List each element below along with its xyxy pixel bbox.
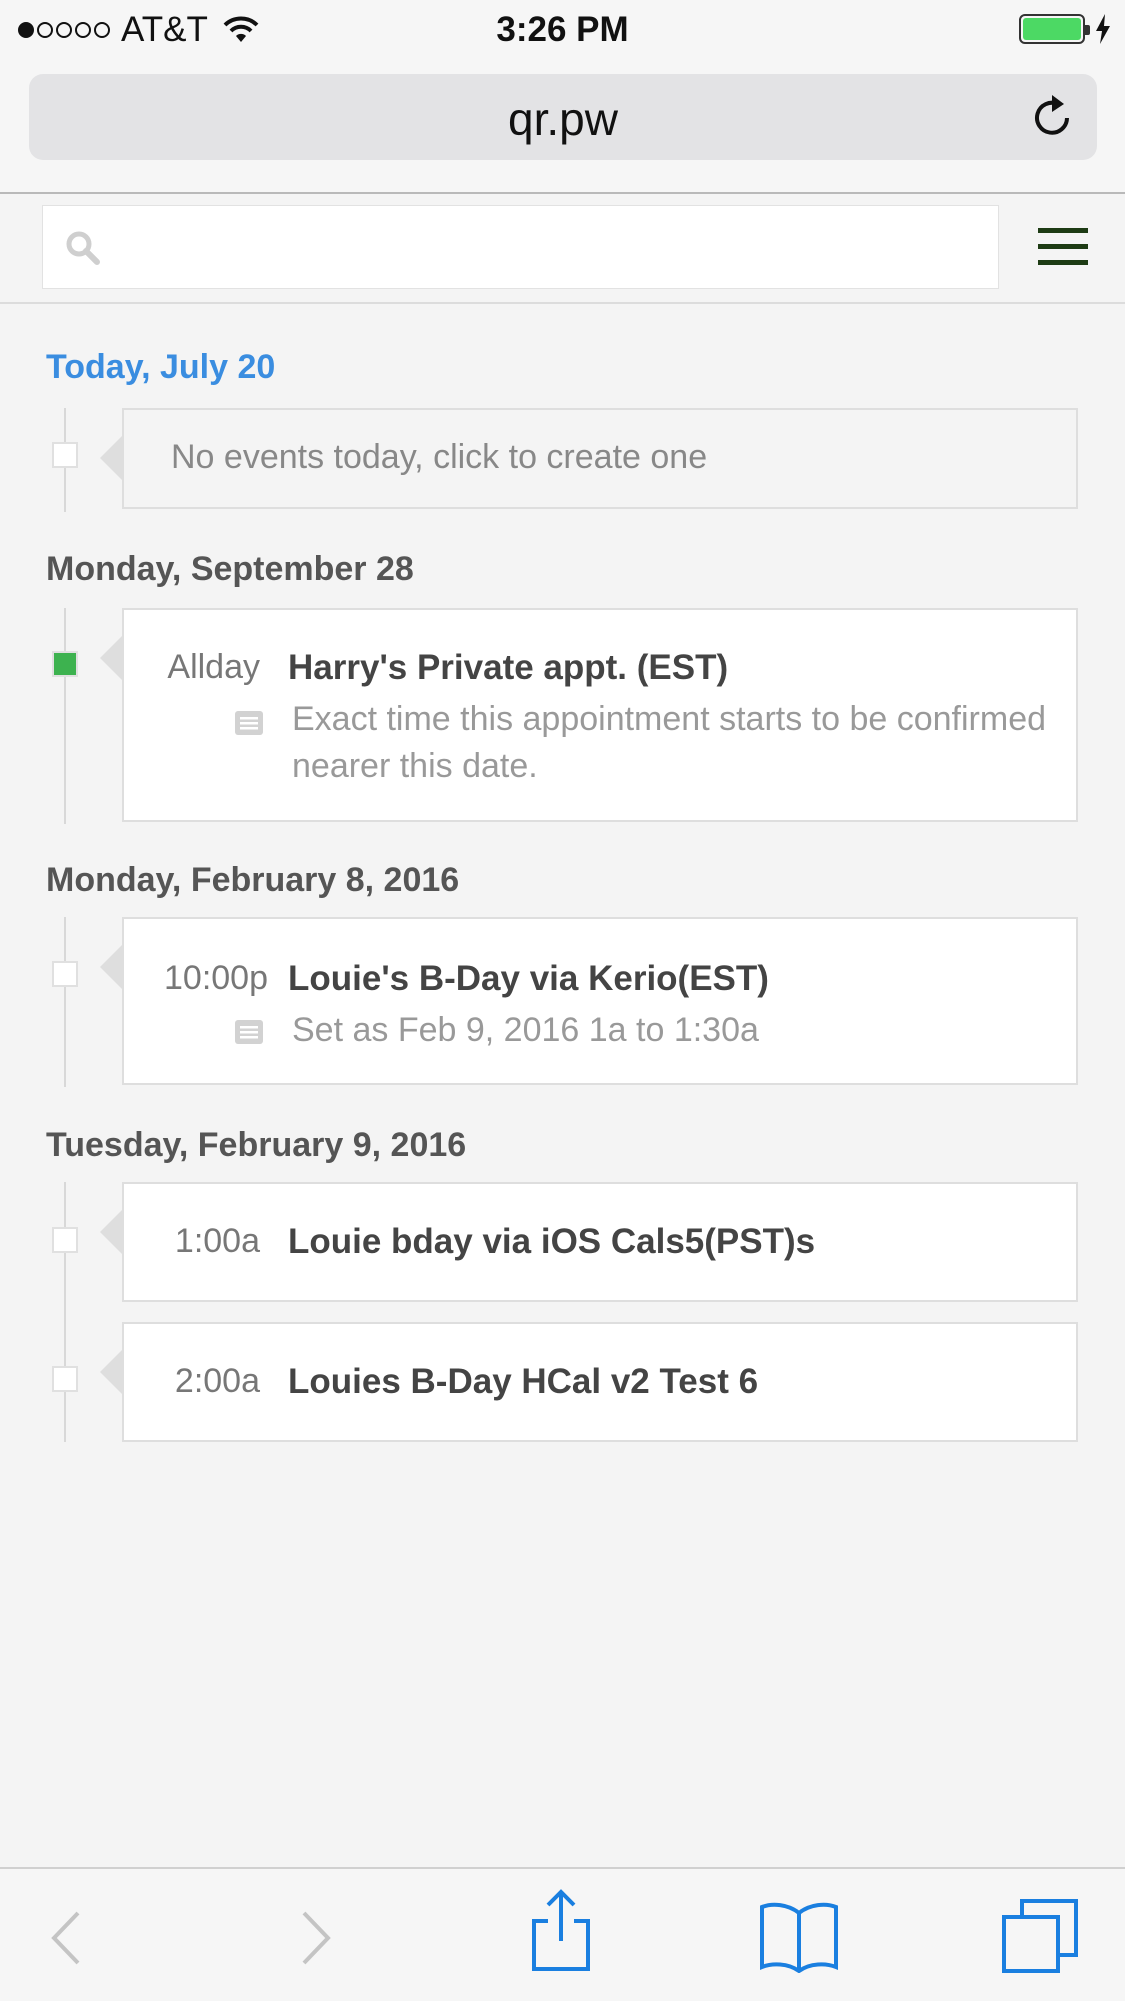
battery-icon [1019, 14, 1090, 44]
search-bar-area [0, 194, 1125, 304]
search-icon [66, 231, 100, 265]
event-note: Set as Feb 9, 2016 1a to 1:30a [292, 1011, 759, 1049]
browser-address-area: qr.pw [0, 62, 1125, 194]
url-text: qr.pw [508, 93, 618, 145]
tabs-icon[interactable] [1000, 1897, 1080, 1975]
note-icon [235, 711, 263, 735]
day-heading: Monday, September 28 [46, 550, 414, 588]
timeline-line [64, 1182, 66, 1442]
event-card[interactable]: Allday Harry's Private appt. (EST) Exact… [100, 608, 1078, 822]
event-time: 1:00a [174, 1222, 260, 1260]
charging-bolt-icon [1096, 14, 1110, 44]
no-events-card[interactable]: No events today, click to create one [100, 408, 1078, 509]
event-card[interactable]: 10:00p Louie's B-Day via Kerio(EST) Set … [100, 917, 1078, 1085]
event-marker [52, 651, 78, 677]
event-title: Louie's B-Day via Kerio(EST) [288, 959, 769, 998]
search-input[interactable] [42, 205, 999, 289]
timeline-line [64, 917, 66, 1087]
address-bar[interactable]: qr.pw [29, 74, 1097, 160]
status-bar: AT&T 3:26 PM [0, 0, 1125, 62]
event-title: Louies B-Day HCal v2 Test 6 [288, 1362, 759, 1401]
bookmarks-icon[interactable] [758, 1901, 840, 1973]
hamburger-menu-icon[interactable] [1038, 228, 1088, 276]
event-marker [52, 442, 78, 468]
note-icon [235, 1020, 263, 1044]
forward-chevron-icon[interactable] [298, 1909, 334, 1967]
reload-icon[interactable] [1031, 92, 1075, 140]
event-card[interactable]: 2:00a Louies B-Day HCal v2 Test 6 [100, 1322, 1078, 1442]
event-title: Louie bday via iOS Cals5(PST)s [288, 1222, 816, 1261]
back-chevron-icon[interactable] [48, 1909, 84, 1967]
no-events-text: No events today, click to create one [171, 438, 708, 476]
timeline-line [64, 608, 66, 824]
browser-toolbar [0, 1867, 1125, 2001]
day-heading: Monday, February 8, 2016 [46, 861, 460, 899]
battery-indicator [1019, 14, 1111, 44]
day-heading-today: Today, July 20 [46, 348, 276, 386]
battery-level-fill [1023, 18, 1081, 40]
event-time: 2:00a [174, 1362, 260, 1400]
share-icon[interactable] [528, 1889, 594, 1973]
event-time: 10:00p [164, 959, 268, 997]
clock: 3:26 PM [496, 10, 629, 49]
event-marker [52, 1227, 78, 1253]
event-title: Harry's Private appt. (EST) [288, 648, 729, 687]
event-time: Allday [167, 648, 260, 686]
event-marker [52, 1366, 78, 1392]
event-note: Exact time this appointment starts to be… [292, 700, 1047, 785]
event-marker [52, 961, 78, 987]
day-heading: Tuesday, February 9, 2016 [46, 1126, 467, 1164]
event-card[interactable]: 1:00a Louie bday via iOS Cals5(PST)s [100, 1182, 1078, 1302]
